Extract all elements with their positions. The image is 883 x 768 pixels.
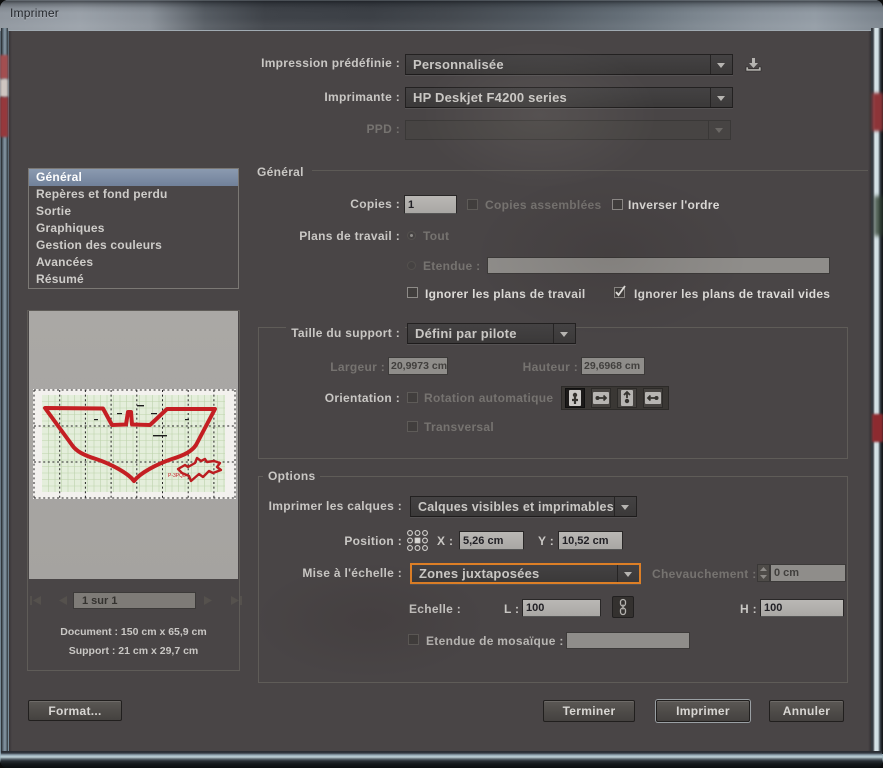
svg-text:P-3PQ8: P-3PQ8 — [168, 473, 186, 479]
